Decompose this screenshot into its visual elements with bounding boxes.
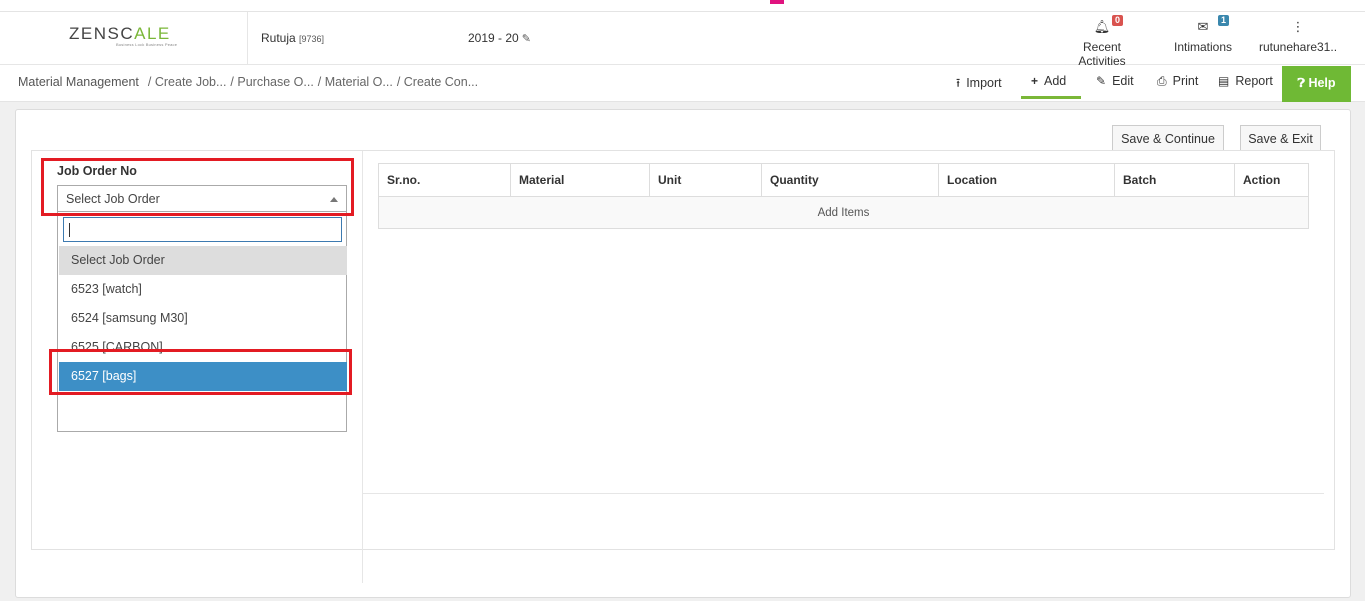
breadcrumb-item[interactable]: / Purchase O... [230, 75, 313, 89]
browser-top-strip [0, 0, 1365, 12]
breadcrumb: Material Management / Create Job... / Purc… [18, 75, 482, 89]
save-continue-button[interactable]: Save & Continue [1112, 125, 1224, 151]
report-label: Report [1235, 74, 1273, 88]
print-icon: ⎙ [1157, 74, 1167, 88]
intimations-label: Intimations [1173, 40, 1233, 54]
logo[interactable]: ZENSCALE [69, 24, 171, 44]
financial-year-label: 2019 - 20 [468, 31, 519, 45]
items-table: Sr.no. Material Unit Quantity Location B… [378, 163, 1309, 229]
print-label: Print [1172, 74, 1199, 88]
envelope-icon: ✉ 1 [1170, 12, 1236, 34]
help-button[interactable]: ❓︎ Help [1282, 66, 1351, 102]
app-header: ZENSCALE Business Lock Business Peace Ru… [0, 12, 1365, 68]
column-header: Batch [1114, 163, 1235, 197]
report-button[interactable]: ▤ Report [1218, 74, 1273, 88]
user-id: [9736] [299, 34, 325, 44]
intimations-button[interactable]: ✉ 1 Intimations [1170, 12, 1236, 54]
user-name: Rutuja [9736] [261, 31, 324, 45]
sub-toolbar: Material Management / Create Job... / Purc… [0, 66, 1365, 102]
edit-icon[interactable]: ✎ [522, 33, 531, 45]
bell-icon: 🔔︎ 0 [1058, 12, 1146, 34]
annotation-highlight-box [41, 158, 354, 216]
import-button[interactable]: ⭱ Import [956, 74, 1002, 95]
recent-activities-label: Recent Activities [1078, 40, 1126, 68]
column-header: Material [510, 163, 650, 197]
help-icon: ❓︎ [1297, 76, 1305, 90]
breadcrumb-item[interactable]: / Material O... [318, 75, 393, 89]
dropdown-search-input[interactable] [63, 217, 342, 242]
column-header: Unit [649, 163, 762, 197]
column-header: Location [938, 163, 1115, 197]
active-tab-indicator [1021, 96, 1081, 99]
add-label: Add [1044, 74, 1067, 88]
intimation-count-badge: 1 [1218, 15, 1230, 26]
print-button[interactable]: ⎙ Print [1157, 74, 1198, 89]
row-divider [363, 493, 1324, 494]
column-header: Action [1234, 163, 1309, 197]
table-row: Add Items [378, 196, 1309, 229]
plus-icon: + [1031, 74, 1039, 88]
add-items-link[interactable]: Add Items [378, 196, 1309, 229]
breadcrumb-item[interactable]: / Create Job... [148, 75, 227, 89]
job-order-dropdown: Select Job Order 6523 [watch] 6524 [sams… [57, 212, 347, 432]
account-menu[interactable]: ⋮ rutunehare31.. [1258, 12, 1338, 54]
account-name: rutunehare31.. [1258, 40, 1338, 54]
edit-icon: ✎ [1096, 74, 1107, 88]
kebab-menu-icon: ⋮ [1291, 19, 1305, 34]
help-label: Help [1308, 76, 1336, 90]
dropdown-option[interactable]: Select Job Order [59, 246, 347, 275]
logo-tagline: Business Lock Business Peace [116, 42, 178, 47]
edit-button[interactable]: ✎ Edit [1096, 74, 1134, 88]
activity-count-badge: 0 [1112, 15, 1124, 26]
user-label: Rutuja [261, 31, 296, 45]
upload-icon: ⭱ [956, 76, 961, 90]
recent-activities-button[interactable]: 🔔︎ 0 Recent Activities [1058, 12, 1146, 68]
tab-indicator [770, 0, 784, 4]
breadcrumb-item[interactable]: / Create Con... [397, 75, 478, 89]
edit-label: Edit [1112, 74, 1134, 88]
dropdown-option[interactable]: 6523 [watch] [59, 275, 347, 304]
text-cursor [69, 223, 70, 237]
column-header: Quantity [761, 163, 939, 197]
column-divider [362, 151, 363, 583]
column-header: Sr.no. [378, 163, 511, 197]
import-label: Import [966, 76, 1002, 90]
annotation-highlight-box [49, 349, 352, 395]
save-exit-button[interactable]: Save & Exit [1240, 125, 1321, 151]
add-button[interactable]: + Add [1031, 74, 1066, 88]
table-header-row: Sr.no. Material Unit Quantity Location B… [378, 163, 1309, 197]
logo-accent: ALE [134, 24, 171, 43]
breadcrumb-item[interactable]: Material Management [18, 75, 139, 89]
financial-year[interactable]: 2019 - 20 ✎ [468, 31, 531, 45]
file-icon: ▤ [1218, 74, 1230, 88]
logo-area: ZENSCALE Business Lock Business Peace [0, 12, 248, 65]
dropdown-option[interactable]: 6524 [samsung M30] [59, 304, 347, 333]
logo-main: ZENSC [69, 24, 135, 43]
